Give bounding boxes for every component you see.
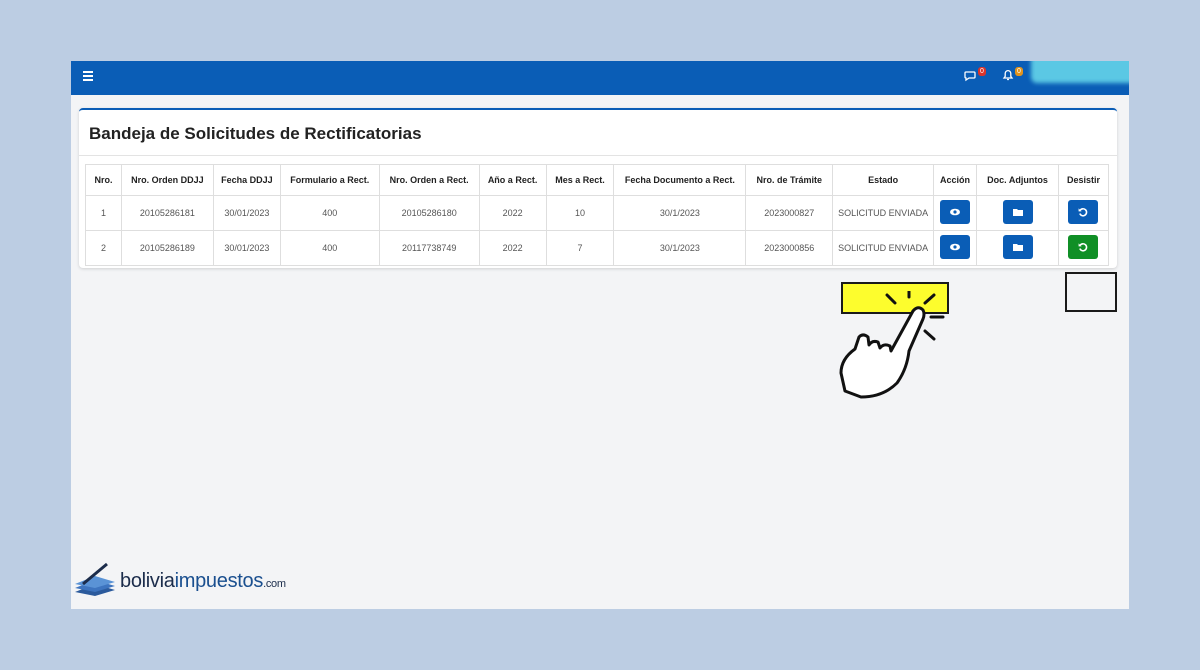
cell-tramite: 2023000856 — [745, 230, 834, 266]
hamburger-menu-icon[interactable] — [83, 69, 97, 83]
column-header: Estado — [832, 164, 935, 196]
view-button[interactable] — [940, 235, 971, 259]
cell-orden-ddjj: 20105286189 — [120, 230, 214, 266]
desistir-button[interactable] — [1068, 200, 1099, 224]
column-header: Fecha Documento a Rect. — [613, 164, 747, 196]
column-header: Nro. Orden DDJJ — [120, 164, 214, 196]
cell-adjuntos — [976, 230, 1059, 266]
undo-icon — [1079, 242, 1088, 252]
cell-desistir — [1057, 230, 1110, 266]
cell-estado: SOLICITUD ENVIADA — [832, 195, 935, 231]
requests-card: Bandeja de Solicitudes de Rectificatoria… — [79, 108, 1117, 314]
logo-text-part3: .com — [263, 578, 286, 590]
messages-badge: 0 — [978, 67, 986, 76]
cell-anio: 2022 — [478, 230, 547, 266]
cell-orden-ddjj: 20105286181 — [120, 195, 214, 231]
pointing-hand-icon — [839, 291, 945, 399]
messages-icon[interactable]: 0 — [964, 67, 986, 86]
top-navbar: 0 0 — [71, 61, 1129, 95]
logo-text-part2: impuestos — [174, 570, 264, 592]
eye-icon — [950, 243, 961, 251]
cell-formulario: 400 — [279, 230, 380, 266]
logo-text-part1: bolivia — [120, 570, 175, 592]
table-row: 2 20105286189 30/01/2023 400 20117738749… — [85, 230, 1110, 266]
cell-nro: 1 — [85, 195, 122, 231]
cell-orden-rect: 20105286180 — [378, 195, 480, 231]
column-header: Formulario a Rect. — [279, 164, 380, 196]
folder-icon — [1012, 209, 1023, 216]
cell-anio: 2022 — [478, 195, 547, 231]
cell-fecha-ddjj: 30/01/2023 — [212, 230, 281, 266]
cell-nro: 2 — [85, 230, 122, 266]
boliviaimpuestos-logo: boliviaimpuestos.com — [73, 562, 313, 598]
cell-accion — [933, 230, 978, 266]
cell-fecha-doc: 30/1/2023 — [613, 230, 747, 266]
cell-orden-rect: 20117738749 — [378, 230, 480, 266]
cell-accion — [933, 195, 978, 231]
table-header-row: Nro. Nro. Orden DDJJ Fecha DDJJ Formular… — [85, 164, 1110, 196]
user-profile-avatar[interactable] — [1031, 61, 1129, 83]
table-row: 1 20105286181 30/01/2023 400 20105286180… — [85, 195, 1110, 231]
column-header: Fecha DDJJ — [212, 164, 281, 196]
page-title: Bandeja de Solicitudes de Rectificatoria… — [89, 124, 422, 143]
requests-table: Nro. Nro. Orden DDJJ Fecha DDJJ Formular… — [85, 164, 1110, 266]
column-header: Desistir — [1057, 164, 1110, 196]
cell-adjuntos — [976, 195, 1059, 231]
book-stack-icon — [75, 562, 115, 596]
attachments-button[interactable] — [1002, 200, 1033, 224]
column-header: Nro. — [85, 164, 122, 196]
cell-fecha-ddjj: 30/01/2023 — [212, 195, 281, 231]
cell-mes: 7 — [545, 230, 615, 266]
eye-icon — [950, 208, 961, 216]
attachments-button[interactable] — [1002, 235, 1033, 259]
notifications-badge: 0 — [1015, 67, 1023, 76]
bell-icon[interactable]: 0 — [1001, 67, 1023, 86]
column-header: Nro. de Trámite — [745, 164, 834, 196]
cell-mes: 10 — [545, 195, 615, 231]
logo-text: boliviaimpuestos.com — [120, 570, 286, 593]
cell-formulario: 400 — [279, 195, 380, 231]
column-header: Nro. Orden a Rect. — [378, 164, 480, 196]
view-button[interactable] — [940, 200, 971, 224]
undo-icon — [1079, 207, 1088, 217]
divider — [79, 155, 1117, 156]
cell-fecha-doc: 30/1/2023 — [613, 195, 747, 231]
cell-desistir — [1057, 195, 1110, 231]
cell-tramite: 2023000827 — [745, 195, 834, 231]
desistir-button[interactable] — [1068, 235, 1099, 259]
column-header: Año a Rect. — [478, 164, 547, 196]
column-header: Doc. Adjuntos — [976, 164, 1059, 196]
column-header: Acción — [933, 164, 978, 196]
desistir-highlight — [1065, 272, 1117, 312]
app-window: 0 0 Bandeja de Solicitudes de Rectificat… — [71, 61, 1129, 609]
cell-estado: SOLICITUD ENVIADA — [832, 230, 935, 266]
column-header: Mes a Rect. — [545, 164, 615, 196]
folder-icon — [1012, 244, 1023, 251]
